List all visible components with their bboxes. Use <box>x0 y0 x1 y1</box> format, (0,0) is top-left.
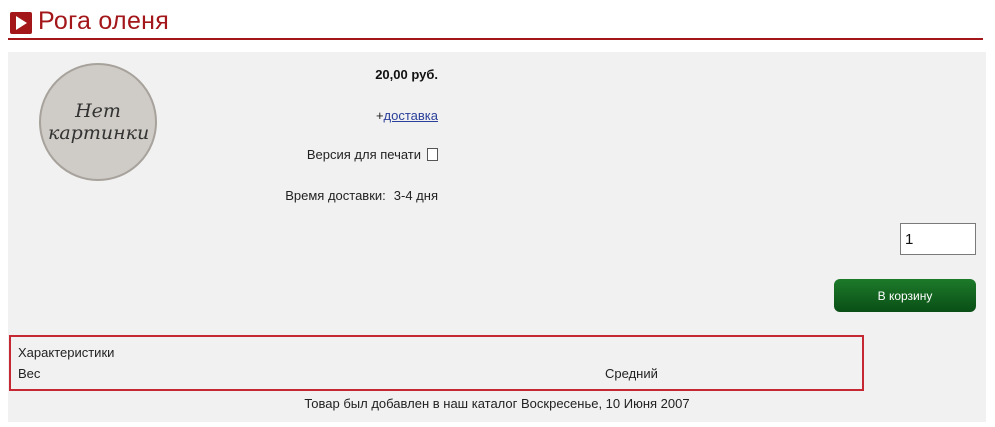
delivery-row: +доставка <box>376 108 438 123</box>
delivery-time-value: 3-4 дня <box>393 188 438 203</box>
print-version-link[interactable]: Версия для печати <box>307 147 438 162</box>
page-header: Рога оленя <box>8 6 983 40</box>
add-to-cart-button[interactable]: В корзину <box>834 279 976 312</box>
characteristics-heading: Характеристики <box>18 345 115 360</box>
catalog-added-date: Товар был добавлен в наш каталог Воскрес… <box>304 396 690 411</box>
product-price: 20,00 руб. <box>375 67 438 82</box>
characteristics-box: Характеристики Вес Средний <box>9 335 864 391</box>
characteristic-value: Средний <box>605 366 658 381</box>
no-image-placeholder: Нет картинки <box>39 63 157 181</box>
delivery-time-label: Время доставки: <box>285 188 386 203</box>
quantity-input[interactable] <box>900 223 976 255</box>
delivery-link[interactable]: доставка <box>384 108 438 123</box>
characteristic-label: Вес <box>18 366 41 381</box>
print-version-label: Версия для печати <box>306 147 421 162</box>
print-icon[interactable] <box>427 148 438 161</box>
delivery-prefix: + <box>375 108 384 123</box>
product-panel: Нет картинки 20,00 руб. +доставка Версия… <box>8 52 986 422</box>
play-arrow-icon <box>10 12 32 34</box>
no-image-text: Нет картинки <box>48 100 150 144</box>
delivery-time: Время доставки: 3-4 дня <box>285 188 438 203</box>
page-title: Рога оленя <box>38 7 170 35</box>
